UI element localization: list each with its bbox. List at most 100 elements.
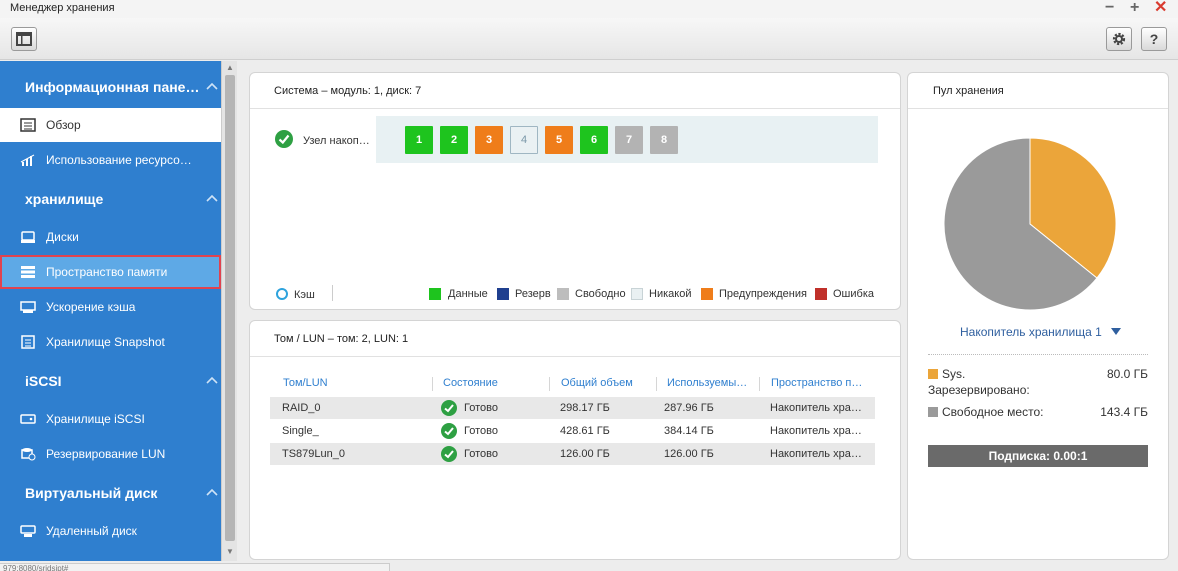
cell-volume-name: TS879Lun_0 (282, 448, 345, 460)
legend-swatch (701, 288, 713, 300)
scroll-up-icon[interactable]: ▲ (226, 63, 234, 72)
chevron-up-icon (206, 82, 218, 90)
sidebar-section-label: iSCSI (25, 373, 62, 389)
legend-swatch (497, 288, 509, 300)
sidebar-item-storage-space[interactable]: Пространство памяти (0, 255, 221, 289)
cell-status: Готово (464, 448, 498, 460)
disk-slot-3[interactable]: 3 (475, 126, 503, 154)
legend-divider (332, 285, 333, 301)
cell-used: 287.96 ГБ (664, 402, 714, 414)
disk-slot-strip: 1 2 3 4 5 6 7 8 (376, 116, 878, 163)
cell-used: 384.14 ГБ (664, 425, 714, 437)
help-button[interactable]: ? (1141, 27, 1167, 51)
storage-node-label: Узел накоп… (303, 135, 370, 147)
scroll-down-icon[interactable]: ▼ (226, 547, 234, 556)
sidebar-section-virtual-disk[interactable]: Виртуальный диск (0, 474, 221, 512)
disk-slot-7[interactable]: 7 (615, 126, 643, 154)
free-space-label: Свободное место: (942, 405, 1044, 419)
remote-disk-icon (20, 525, 36, 537)
sidebar-item-cache-acceleration[interactable]: Ускорение кэша (0, 290, 221, 324)
disk-slot-2[interactable]: 2 (440, 126, 468, 154)
status-bar-url: 979:8080/sridsjpt# (0, 563, 390, 571)
check-circle-icon (275, 130, 293, 148)
disk-slot-8[interactable]: 8 (650, 126, 678, 154)
table-row[interactable]: RAID_0 Готово 298.17 ГБ 287.96 ГБ Накопи… (270, 397, 875, 419)
legend-swatch (557, 288, 569, 300)
toolbar: ? (0, 18, 1178, 60)
lun-backup-icon (21, 448, 36, 461)
legend-label: Никакой (649, 288, 692, 300)
legend-label: Ошибка (833, 288, 874, 300)
legend-swatch (429, 288, 441, 300)
cell-pool: Накопитель хра… (770, 425, 862, 437)
caret-down-icon[interactable] (1111, 328, 1121, 336)
cell-pool: Накопитель хра… (770, 402, 862, 414)
sidebar-section-label: Информационная пане… (25, 79, 200, 95)
iscsi-icon (20, 414, 36, 424)
overview-icon (20, 118, 36, 132)
settings-button[interactable] (1106, 27, 1132, 51)
window-title-bar: Менеджер хранения − + ✕ (0, 0, 1178, 18)
sidebar-section-iscsi[interactable]: iSCSI (0, 362, 221, 400)
column-header-total[interactable]: Общий объем (561, 377, 655, 389)
cell-status: Готово (464, 425, 498, 437)
table-row[interactable]: TS879Lun_0 Готово 126.00 ГБ 126.00 ГБ На… (270, 443, 875, 465)
column-header-pool[interactable]: Пространство п… (771, 377, 871, 389)
cell-volume-name: RAID_0 (282, 402, 321, 414)
sidebar-item-iscsi-storage[interactable]: Хранилище iSCSI (0, 402, 221, 436)
column-header-status[interactable]: Состояние (443, 377, 543, 389)
system-panel: Система – модуль: 1, диск: 7 Узел накоп…… (249, 72, 901, 310)
layout-icon (16, 32, 32, 46)
volume-panel-title: Том / LUN – том: 2, LUN: 1 (274, 333, 409, 345)
sidebar-item-remote-disk[interactable]: Удаленный диск (0, 514, 221, 548)
reserved-label-line1: Sys. (942, 367, 966, 381)
disk-slot-6[interactable]: 6 (580, 126, 608, 154)
legend-label: Резерв (515, 288, 551, 300)
pool-free-row: Свободное место: 143.4 ГБ (928, 405, 1148, 421)
sidebar-item-lun-backup[interactable]: Резервирование LUN (0, 437, 221, 471)
free-space-value: 143.4 ГБ (1100, 405, 1148, 419)
reserved-label-line2: Зарезервировано: (928, 383, 1030, 397)
minimize-icon[interactable]: − (1105, 0, 1114, 16)
layout-toggle-button[interactable] (11, 27, 37, 51)
sidebar-scrollbar[interactable]: ▲ ▼ (221, 61, 237, 561)
sidebar-item-label: Диски (46, 230, 79, 244)
cell-status: Готово (464, 402, 498, 414)
window-title: Менеджер хранения (10, 2, 115, 14)
system-panel-title: Система – модуль: 1, диск: 7 (274, 85, 422, 97)
close-icon[interactable]: ✕ (1154, 0, 1167, 16)
sidebar-item-disks[interactable]: Диски (0, 220, 221, 254)
sidebar-section-label: хранилище (25, 191, 104, 207)
chevron-up-icon (206, 488, 218, 496)
cell-volume-name: Single_ (282, 425, 319, 437)
sidebar-item-label: Хранилище Snapshot (46, 335, 165, 349)
column-header-used[interactable]: Используемы… (667, 377, 751, 389)
pool-divider (928, 354, 1148, 355)
sidebar-section-storage[interactable]: хранилище (0, 180, 221, 218)
pool-pie-chart (943, 137, 1117, 311)
snapshot-icon (21, 335, 35, 349)
sidebar-section-dashboard[interactable]: Информационная пане… (0, 68, 221, 106)
sidebar-item-label: Пространство памяти (46, 265, 168, 279)
disk-slot-1[interactable]: 1 (405, 126, 433, 154)
sidebar-item-label: Резервирование LUN (46, 447, 166, 461)
gear-icon (1112, 32, 1126, 46)
scrollbar-thumb[interactable] (225, 75, 235, 541)
table-row[interactable]: Single_ Готово 428.61 ГБ 384.14 ГБ Накоп… (270, 420, 875, 442)
column-header-volume[interactable]: Том/LUN (283, 377, 423, 389)
cache-ring-icon (276, 288, 288, 300)
panel-header: Пул хранения (908, 73, 1168, 109)
column-divider (432, 377, 433, 391)
disk-slot-5[interactable]: 5 (545, 126, 573, 154)
maximize-icon[interactable]: + (1130, 0, 1139, 16)
sidebar-item-label: Ускорение кэша (46, 300, 136, 314)
pool-selector[interactable]: Накопитель хранилища 1 (960, 325, 1102, 339)
pool-panel-title: Пул хранения (933, 85, 1004, 97)
sidebar-item-overview[interactable]: Обзор (0, 108, 221, 142)
storage-space-icon (21, 266, 35, 278)
sidebar-item-snapshot-storage[interactable]: Хранилище Snapshot (0, 325, 221, 359)
disk-slot-4[interactable]: 4 (510, 126, 538, 154)
panel-header: Система – модуль: 1, диск: 7 (250, 73, 900, 109)
panel-header: Том / LUN – том: 2, LUN: 1 (250, 321, 900, 357)
sidebar-item-resource-usage[interactable]: Использование ресурсо… (0, 143, 221, 177)
